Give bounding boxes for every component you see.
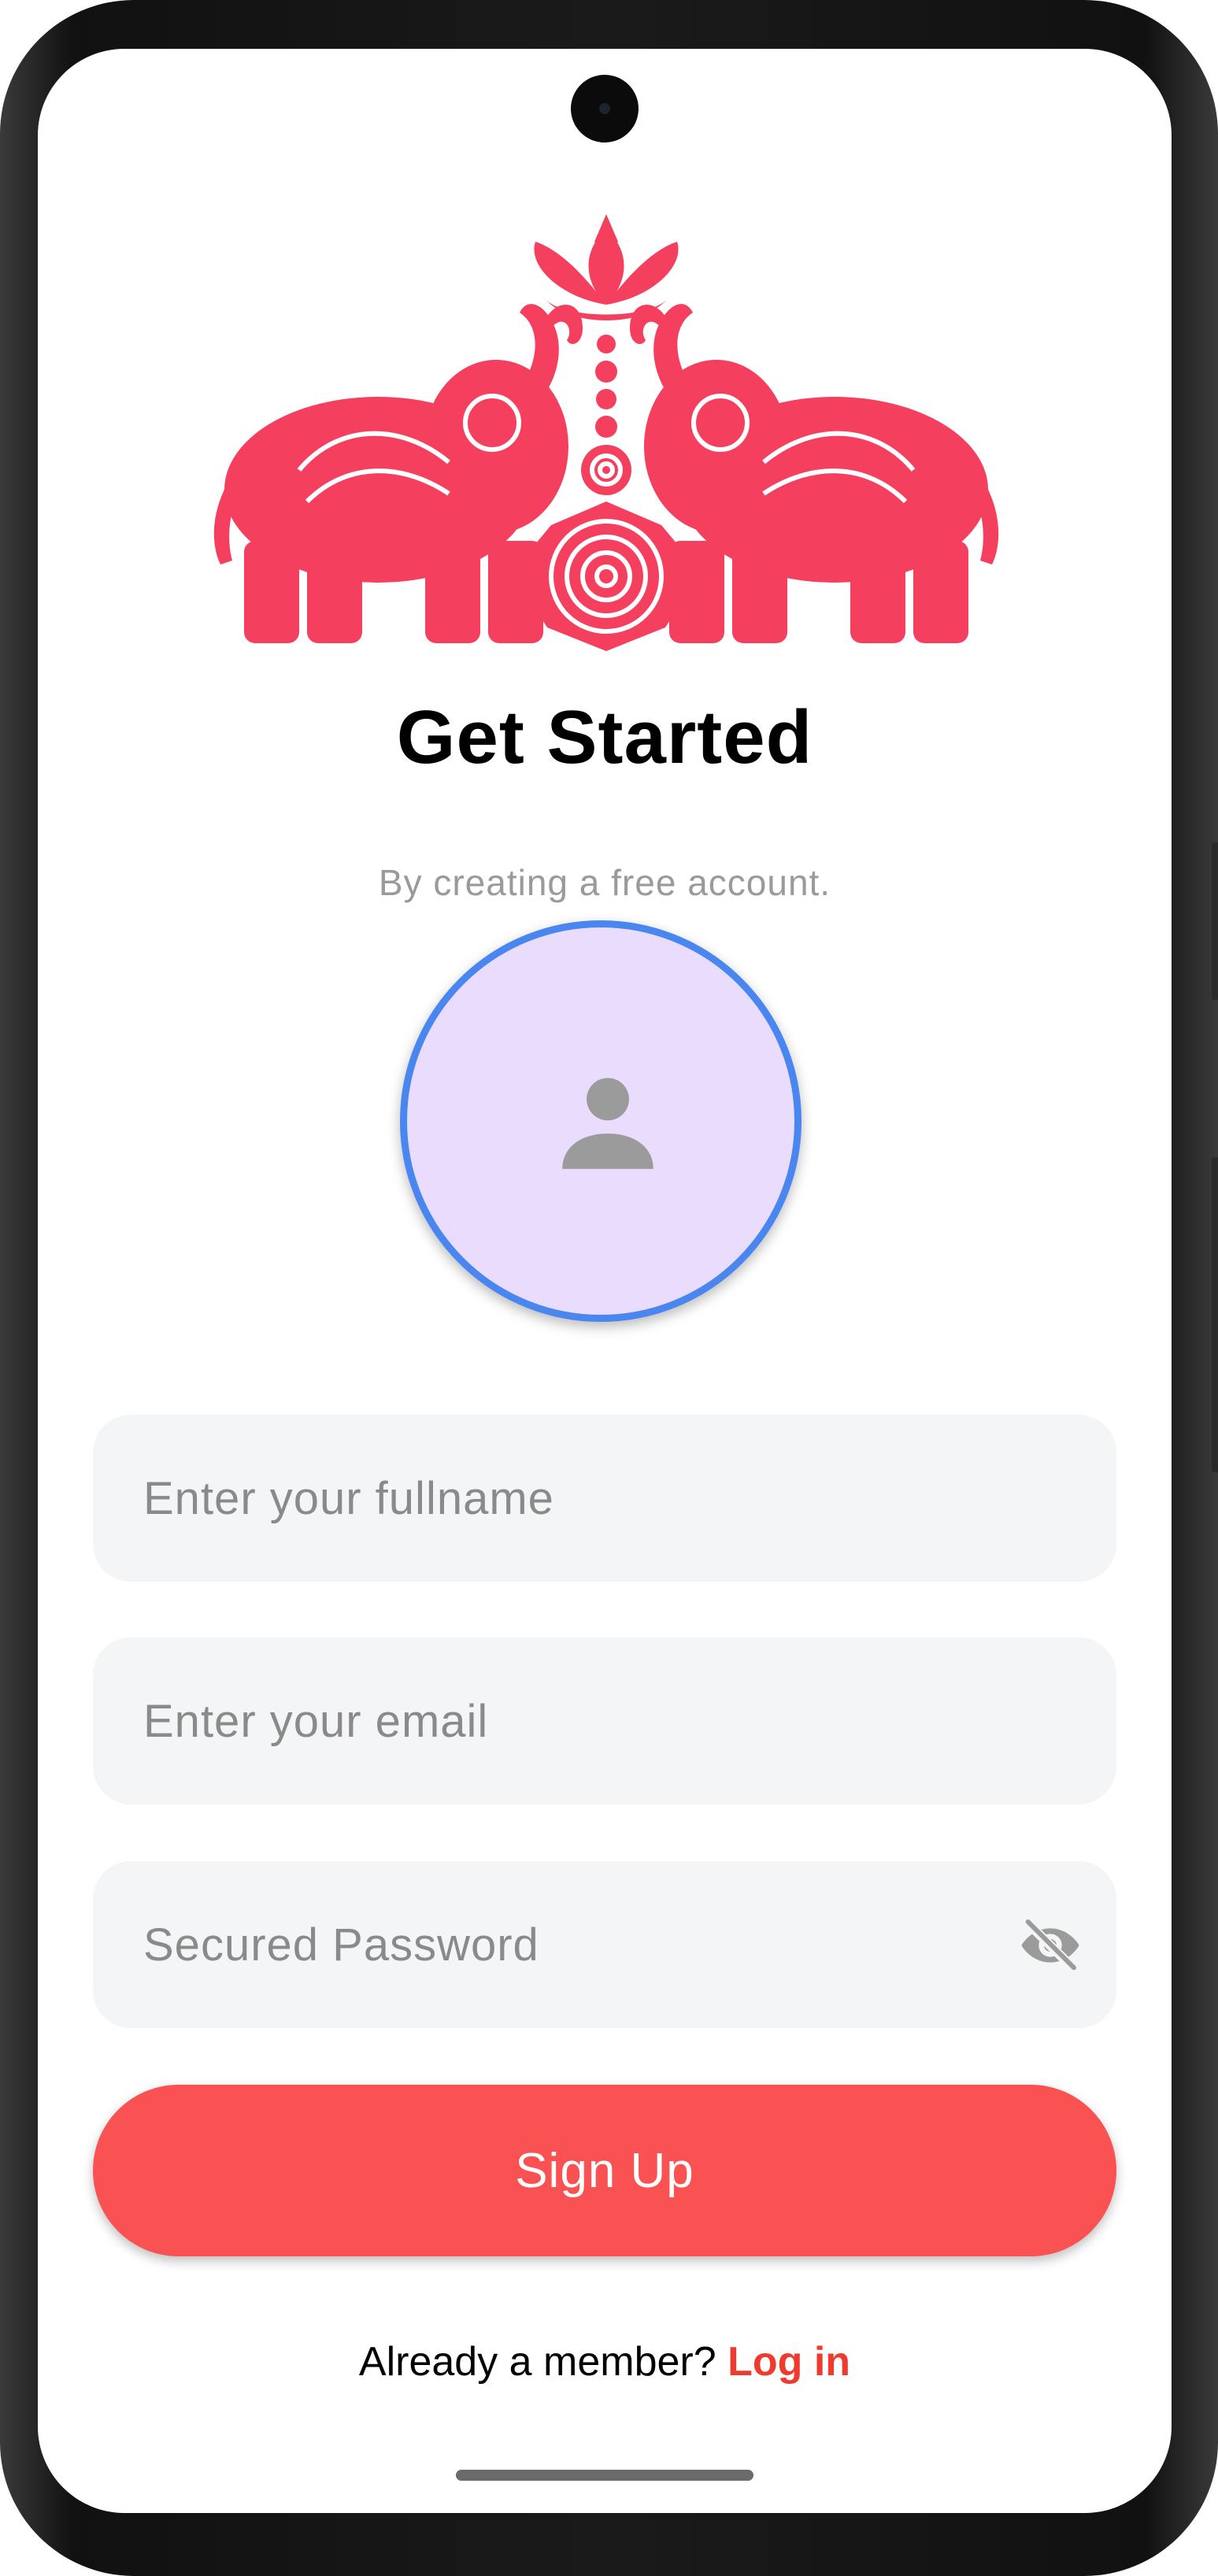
login-link[interactable]: Log in [727,2339,850,2385]
password-input[interactable] [93,1861,1116,2028]
email-field[interactable] [93,1638,1116,1804]
volume-button [1212,842,1218,1000]
fullname-field[interactable] [93,1415,1116,1582]
login-prompt: Already a member? Log in [38,2338,1172,2385]
page-title: Get Started [396,695,813,779]
password-field[interactable] [93,1861,1116,2028]
home-indicator[interactable] [456,2470,753,2481]
person-icon [562,1078,653,1169]
elephant-logo-icon [213,214,999,651]
login-prompt-text: Already a member? [358,2339,716,2385]
fullname-input[interactable] [93,1415,1116,1582]
eye-off-icon[interactable] [1019,1914,1082,1977]
email-input[interactable] [93,1638,1116,1804]
app-screen: Get Started By creating a free account. [38,49,1172,2513]
power-button [1212,1157,1218,1472]
front-camera [571,75,639,142]
sign-up-button[interactable]: Sign Up [93,2085,1116,2256]
avatar-picker[interactable] [400,920,802,1322]
page-subtitle: By creating a free account. [378,862,831,903]
phone-frame: Get Started By creating a free account. [0,0,1218,2576]
